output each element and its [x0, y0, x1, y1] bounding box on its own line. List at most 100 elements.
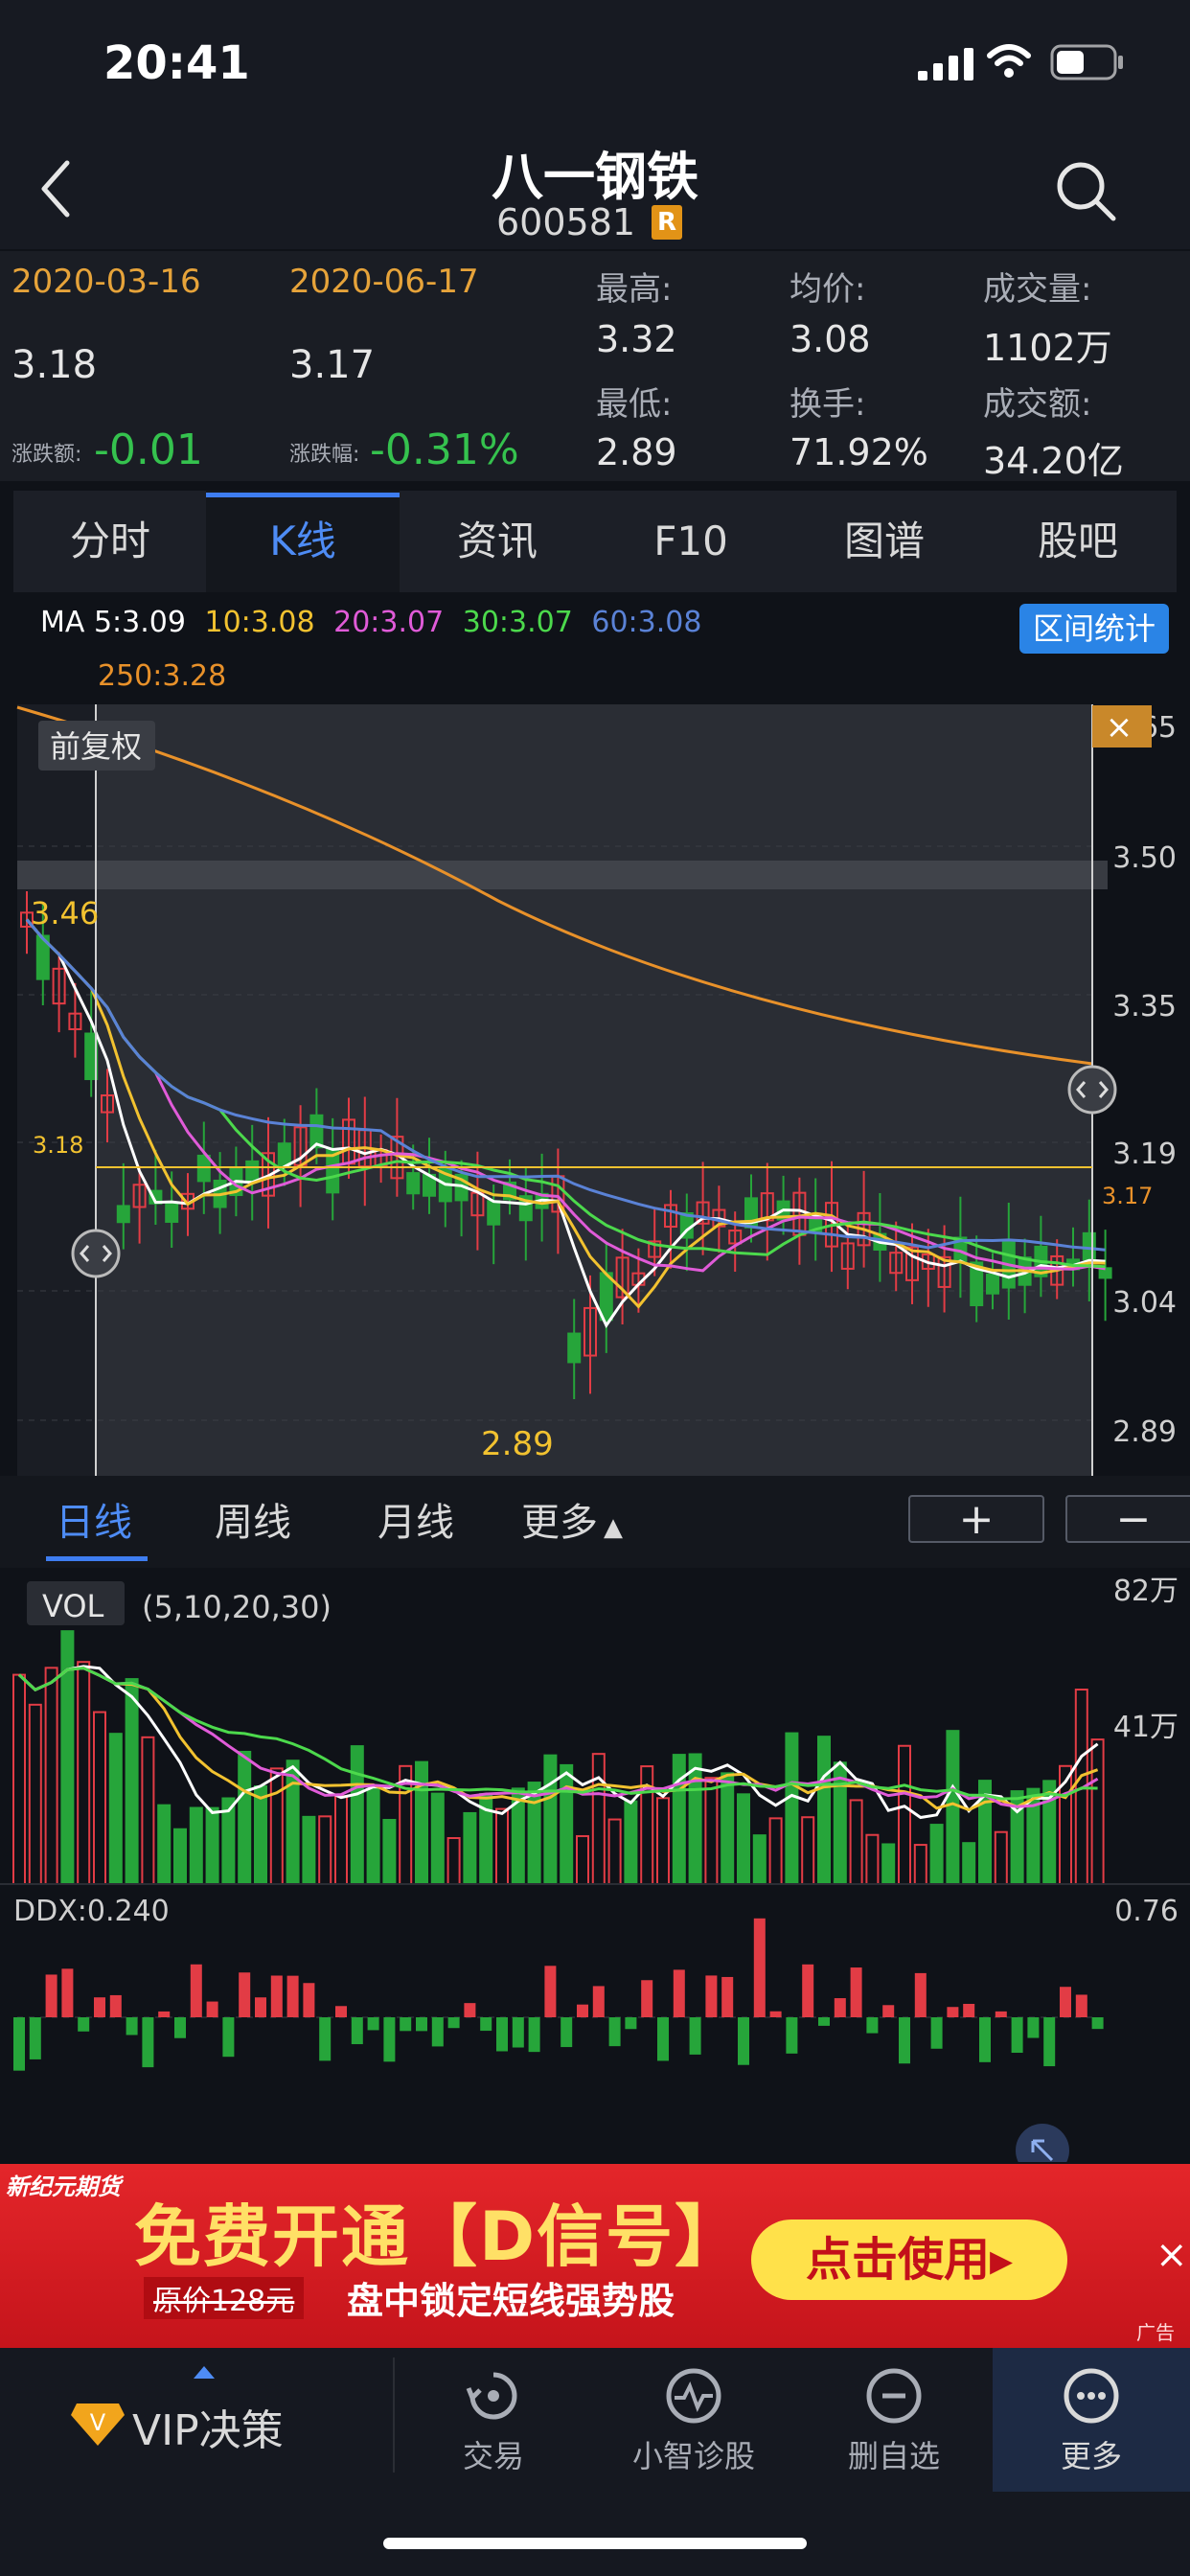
ddx-bar [899, 2017, 910, 2064]
ma-legend: MA 5:3.09 10:3.08 20:3.07 30:3.07 60:3.0… [40, 606, 701, 639]
ddx-bar [592, 1986, 605, 2017]
ddx-bar [1027, 2017, 1040, 2038]
ad-banner[interactable]: 新纪元期货 免费开通【D信号】 原价128元 盘中锁定短线强势股 点击使用▸ ×… [0, 2164, 1190, 2348]
ddx-bar [561, 2017, 573, 2048]
ad-cta-button[interactable]: 点击使用▸ [751, 2220, 1067, 2300]
ddx-bar [641, 1980, 653, 2017]
ddx-bar [850, 1967, 862, 2017]
period-month[interactable]: 月线 [378, 1491, 454, 1547]
volume-bar [737, 1793, 750, 1885]
end-mark: 3.17 [1102, 1183, 1153, 1209]
ad-close-icon[interactable]: × [1156, 2233, 1188, 2277]
tab-timeshare[interactable]: 分时 [13, 491, 207, 592]
more-dots-icon [1064, 2368, 1119, 2424]
ddx-bar [335, 2006, 347, 2017]
ddx-bar [158, 2011, 171, 2017]
candle-body [986, 1273, 999, 1295]
kline-chart[interactable]: 3.653.503.353.193.042.89 × 前复权 3.46 3.18… [0, 700, 1190, 1476]
volume-bar [833, 1761, 847, 1886]
volume-bar [125, 1678, 139, 1886]
svg-text:V: V [90, 2409, 106, 2436]
ddx-bar [947, 2007, 959, 2017]
ddx-bar [206, 2001, 218, 2017]
ddx-bar [834, 1998, 846, 2017]
ddx-bar [673, 1969, 685, 2017]
stock-code: 600581 [496, 201, 636, 243]
ddx-bar [319, 2017, 332, 2061]
ddx-bar [882, 2005, 895, 2017]
volume-bar [962, 1842, 976, 1885]
volume-bar [157, 1804, 172, 1885]
ddx-bar [286, 1975, 299, 2017]
end-date: 2020-06-17 [289, 263, 479, 301]
ddx-label: DDX:0.240 [13, 1895, 170, 1928]
nav-more[interactable]: 更多 [993, 2348, 1190, 2492]
right-range-handle[interactable] [1067, 1065, 1117, 1115]
ddx-bar [528, 2017, 540, 2053]
volume-bar [254, 1785, 267, 1885]
nav-trade[interactable]: 交易 [395, 2348, 592, 2492]
high-mark: 3.46 [31, 895, 99, 932]
ma5-value: MA 5:3.09 [40, 606, 186, 639]
ddx-bar [190, 1964, 202, 2017]
search-icon[interactable] [1054, 159, 1117, 222]
period-week[interactable]: 周线 [215, 1491, 291, 1547]
volume-bar [527, 1782, 541, 1885]
volume-bar [929, 1824, 944, 1886]
ddx-bar [45, 1974, 57, 2017]
nav-remove-watch-label: 删自选 [847, 2438, 940, 2474]
ddx-bar [416, 2017, 427, 2032]
tab-kline[interactable]: K线 [206, 491, 400, 592]
pulse-icon [666, 2368, 721, 2424]
nav-trade-label: 交易 [462, 2438, 524, 2474]
volume-bar [946, 1730, 960, 1886]
period-indicator [46, 1556, 148, 1561]
nav-remove-watch[interactable]: 删自选 [795, 2348, 993, 2492]
ma250-value: 250:3.28 [98, 659, 227, 693]
tab-graph[interactable]: 图谱 [788, 491, 981, 592]
zoom-out-button[interactable]: − [1065, 1495, 1190, 1543]
ad-tag: 广告 [1136, 2321, 1175, 2344]
volume-bar [721, 1772, 735, 1886]
tab-news[interactable]: 资讯 [400, 491, 594, 592]
adjust-label: 前复权 [50, 728, 142, 765]
ma20-value: 20:3.07 [333, 606, 445, 639]
nav-diagnosis[interactable]: 小智诊股 [594, 2348, 793, 2492]
ddx-bar [109, 1994, 122, 2017]
ddx-bar [802, 1964, 814, 2017]
start-mark: 3.18 [33, 1132, 83, 1159]
cellular-signal-icon [918, 48, 973, 80]
volume-ddx-chart[interactable]: VOL (5,10,20,30) 82万 41万 DDX:0.240 0.76 [0, 1568, 1190, 2162]
volume-bar [688, 1753, 702, 1885]
ddx-bar [689, 2017, 701, 2055]
ad-brand: 新纪元期货 [6, 2174, 121, 2200]
ddx-bar [270, 1975, 283, 2017]
nav-diagnosis-label: 小智诊股 [631, 2438, 755, 2474]
ddx-axis-top: 0.76 [1114, 1895, 1179, 1928]
volume-bar [672, 1754, 686, 1886]
price-tick: 3.35 [1112, 990, 1177, 1024]
period-day[interactable]: 日线 [56, 1491, 132, 1547]
ddx-bar [577, 2004, 588, 2017]
vip-decision-button[interactable]: V VIP决策 [0, 2348, 393, 2492]
period-more[interactable]: 更多 ▲ [521, 1491, 623, 1547]
range-selection[interactable] [96, 704, 1092, 1476]
range-close-icon[interactable]: × [1106, 708, 1133, 747]
volume-bar [415, 1760, 428, 1885]
volume-value: 1102万 [983, 327, 1112, 369]
tab-f10[interactable]: F10 [594, 491, 788, 592]
candle-body [245, 1160, 260, 1183]
range-stat-button[interactable]: 区间统计 [1019, 604, 1169, 654]
zoom-in-button[interactable]: + [908, 1495, 1044, 1543]
tab-forum[interactable]: 股吧 [981, 491, 1175, 592]
ddx-bar [625, 2017, 637, 2030]
ddx-bar [657, 2017, 669, 2061]
ddx-bar [383, 2017, 396, 2062]
ddx-bar [769, 2011, 782, 2017]
left-range-handle[interactable] [71, 1229, 121, 1278]
stock-name: 八一钢铁 [492, 147, 698, 207]
price-band [17, 861, 1108, 889]
volume-bar [752, 1834, 767, 1886]
ddx-bar [222, 2017, 235, 2058]
ddx-bar [94, 1997, 105, 2017]
